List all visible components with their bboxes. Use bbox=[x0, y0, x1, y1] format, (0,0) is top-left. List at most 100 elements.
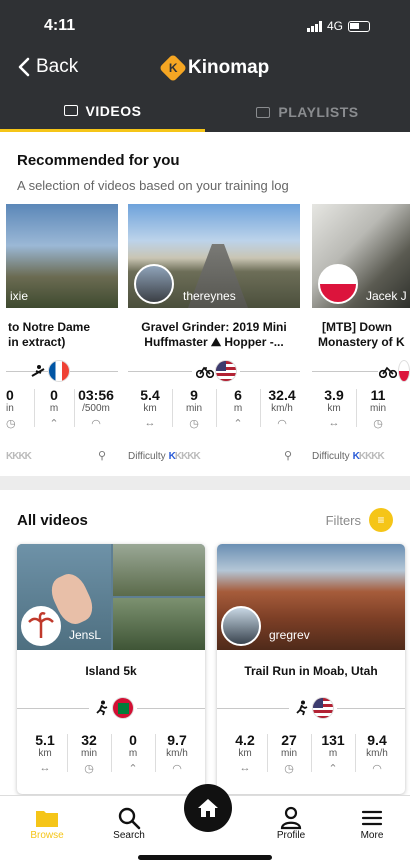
running-icon bbox=[292, 698, 312, 718]
recommended-subtitle: A selection of videos based on your trai… bbox=[17, 178, 289, 193]
speed-icon: ◠ bbox=[91, 418, 101, 430]
clock-icon: ◷ bbox=[373, 418, 383, 430]
poland-flag-icon bbox=[398, 360, 410, 382]
all-videos-section: All videos Filters ≡ JensL Island 5k 5.1… bbox=[0, 490, 410, 795]
video-card[interactable]: JensL Island 5k 5.1 km ↔ 32 min ◷ 0 m ⌃ 9.7 km/… bbox=[17, 544, 205, 794]
back-label: Back bbox=[36, 56, 79, 77]
clock-icon: ◷ bbox=[84, 763, 94, 775]
app-header: 4:11 4G Back K Kinomap VIDEOS PLAYLISTS bbox=[0, 0, 410, 132]
cycling-icon bbox=[378, 361, 398, 381]
author-name: gregrev bbox=[269, 628, 310, 642]
app-logo: K Kinomap bbox=[158, 53, 270, 83]
nav-search[interactable]: Search bbox=[99, 806, 159, 841]
recommended-card[interactable]: Jacek J [MTB] Down Monastery of K 3.9 km ↔… bbox=[312, 204, 410, 464]
video-card[interactable]: gregrev Trail Run in Moab, Utah 4.2 km ↔ 2… bbox=[217, 544, 405, 794]
maldives-flag-icon bbox=[112, 697, 134, 719]
sport-badge bbox=[89, 697, 137, 719]
battery-icon bbox=[348, 20, 370, 32]
signal-icon bbox=[306, 20, 322, 32]
author-name: Jacek J bbox=[366, 289, 407, 303]
sport-badge bbox=[378, 360, 410, 382]
video-thumbnail: JensL bbox=[17, 544, 205, 650]
difficulty-label: Difficulty bbox=[312, 451, 350, 462]
speed-icon: ◠ bbox=[277, 418, 287, 430]
nav-more[interactable]: More bbox=[342, 806, 402, 841]
author-name: ixie bbox=[10, 289, 29, 303]
video-thumbnail: thereynes bbox=[128, 204, 300, 308]
stat-distance: 5.4 km ↔ bbox=[128, 387, 172, 430]
poland-flag-avatar bbox=[318, 264, 358, 304]
clock-icon: ◷ bbox=[6, 418, 16, 430]
author-name: JensL bbox=[69, 628, 102, 642]
elevation-icon: ⌃ bbox=[233, 418, 243, 430]
distance-icon: ↔ bbox=[39, 762, 51, 774]
speed-icon: ◠ bbox=[372, 763, 382, 775]
binoculars-icon: ⚲ bbox=[284, 450, 293, 462]
nav-search-label: Search bbox=[113, 830, 145, 841]
stat-duration: 9 min ◷ bbox=[172, 387, 216, 430]
home-button[interactable] bbox=[184, 784, 232, 832]
all-videos-title: All videos bbox=[17, 512, 88, 529]
recommended-card[interactable]: thereynes Gravel Grinder: 2019 Mini Huff… bbox=[128, 204, 300, 464]
video-title: Island 5k bbox=[85, 664, 137, 678]
status-indicators: 4G bbox=[306, 19, 370, 33]
cycling-icon bbox=[195, 361, 215, 381]
video-title: Trail Run in Moab, Utah bbox=[244, 664, 378, 678]
status-bar: 4:11 4G bbox=[0, 0, 410, 40]
tab-videos[interactable]: VIDEOS bbox=[0, 92, 205, 132]
video-stats: 3.9 km ↔ 11 min ◷ bbox=[312, 387, 400, 430]
author-avatar bbox=[134, 264, 174, 304]
distance-icon: ↔ bbox=[328, 417, 340, 429]
status-time: 4:11 bbox=[44, 17, 76, 34]
rowing-icon bbox=[28, 361, 48, 381]
author-name: thereynes bbox=[183, 289, 236, 303]
home-icon bbox=[198, 799, 218, 817]
search-icon bbox=[99, 806, 159, 830]
speed-icon: ◠ bbox=[172, 763, 182, 775]
difficulty-label: Difficulty bbox=[128, 451, 166, 462]
stat-speed: 32.4 km/h ◠ bbox=[260, 387, 304, 430]
folder-icon bbox=[17, 806, 77, 830]
nav-bar: Back K Kinomap bbox=[0, 48, 410, 88]
usa-flag-icon bbox=[312, 697, 334, 719]
running-icon bbox=[92, 698, 112, 718]
video-stats: 0 in ◷ 0 m ⌃ 03:56/500m ◠ bbox=[6, 387, 118, 430]
elevation-icon: ⌃ bbox=[128, 763, 138, 775]
app-name: Kinomap bbox=[188, 57, 270, 78]
difficulty-rating: KKKK bbox=[6, 451, 32, 462]
playlist-icon bbox=[256, 106, 271, 118]
usa-flag-icon bbox=[215, 360, 237, 382]
france-flag-icon bbox=[48, 360, 70, 382]
elevation-icon: ⌃ bbox=[328, 763, 338, 775]
nav-profile-label: Profile bbox=[276, 830, 306, 841]
nav-browse-label: Browse bbox=[30, 830, 64, 841]
menu-icon bbox=[342, 806, 402, 830]
video-thumbnail: ixie bbox=[6, 204, 118, 308]
network-label: 4G bbox=[326, 19, 343, 33]
video-title: to Notre Dame in extract) bbox=[8, 320, 91, 349]
author-avatar bbox=[221, 606, 261, 646]
nav-more-label: More bbox=[360, 830, 384, 841]
tab-videos-label: VIDEOS bbox=[85, 102, 142, 119]
tab-playlists[interactable]: PLAYLISTS bbox=[205, 92, 410, 132]
difficulty-rating: Difficulty KKKKK bbox=[128, 451, 201, 462]
recommended-title: Recommended for you bbox=[17, 152, 180, 169]
sport-badge bbox=[28, 360, 70, 382]
nav-profile[interactable]: Profile bbox=[261, 806, 321, 841]
filters-button[interactable]: Filters ≡ bbox=[326, 508, 393, 532]
binoculars-icon: ⚲ bbox=[98, 450, 107, 462]
tab-playlists-label: PLAYLISTS bbox=[278, 104, 359, 120]
recommended-section: Recommended for you A selection of video… bbox=[0, 132, 410, 476]
sport-badge bbox=[289, 697, 337, 719]
clock-icon: ◷ bbox=[189, 418, 199, 430]
filter-icon: ≡ bbox=[369, 508, 393, 532]
back-button[interactable]: Back bbox=[18, 56, 78, 78]
profile-icon bbox=[261, 806, 321, 830]
recommended-card[interactable]: ixie to Notre Dame in extract) 0 in ◷ 0 m ⌃ … bbox=[6, 204, 118, 464]
filters-label: Filters bbox=[325, 512, 361, 528]
video-stats: 5.1 km ↔ 32 min ◷ 0 m ⌃ 9.7 km/h ◠ bbox=[23, 732, 199, 775]
difficulty-rating: Difficulty KKKKK bbox=[312, 451, 385, 462]
palm-tree-avatar bbox=[21, 606, 61, 646]
tab-bar: VIDEOS PLAYLISTS bbox=[0, 92, 410, 132]
nav-browse[interactable]: Browse bbox=[17, 806, 77, 841]
